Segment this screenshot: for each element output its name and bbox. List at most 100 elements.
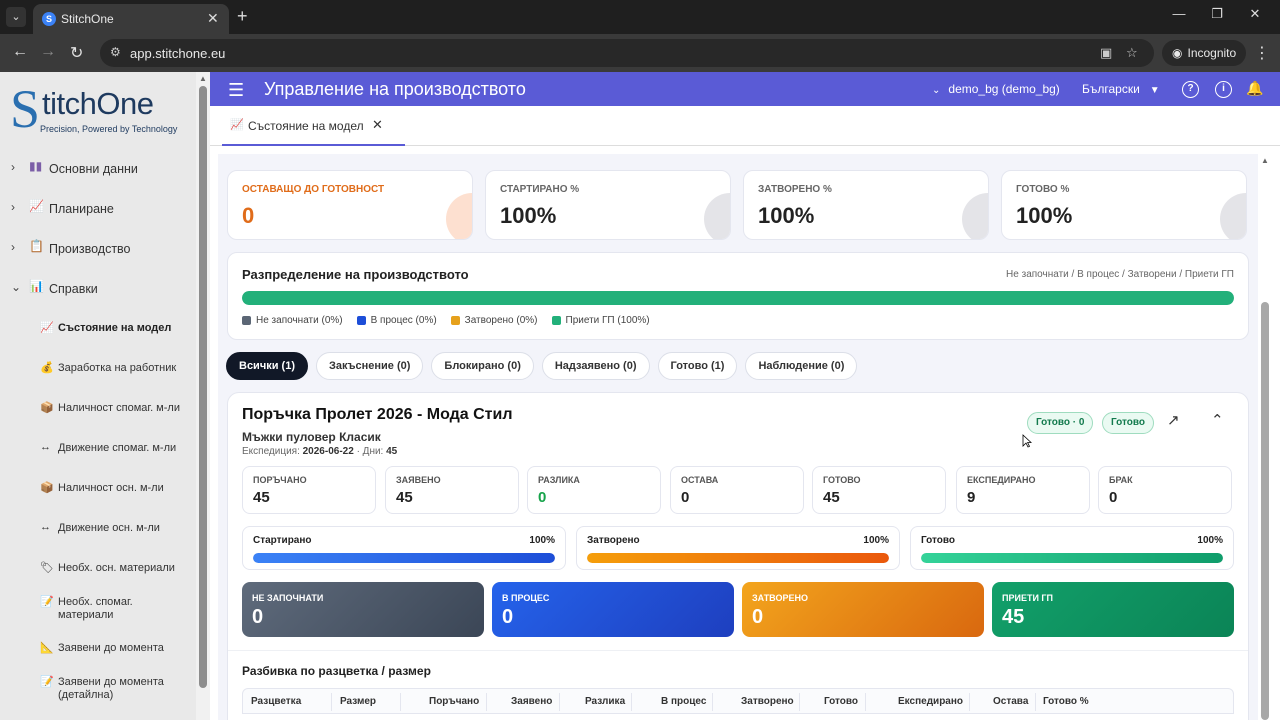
minimize-icon[interactable]: — <box>1160 6 1198 22</box>
column-header[interactable]: Готово <box>824 696 858 707</box>
tab-search-menu-icon[interactable]: ⌄ <box>6 7 26 27</box>
filter-delayed[interactable]: Закъснение (0) <box>315 352 424 380</box>
mouse-cursor-icon <box>1022 434 1032 448</box>
stat-closed: ЗАТВОРЕНО % 100% <box>743 170 989 240</box>
app: S titchOne Precision, Powered by Technol… <box>0 72 1280 720</box>
status-badge: Готово · 0 <box>1027 412 1094 434</box>
stat-value: 100% <box>500 203 557 228</box>
translate-icon[interactable]: ▣ <box>1100 45 1112 61</box>
maximize-icon[interactable]: ❐ <box>1198 6 1236 22</box>
stat-started: СТАРТИРАНО % 100% <box>485 170 731 240</box>
chevron-up-icon[interactable]: ⌃ <box>1211 411 1224 429</box>
scroll-up-icon[interactable]: ▲ <box>1261 156 1269 165</box>
status-not-started: НЕ ЗАПОЧНАТИ 0 <box>242 582 484 637</box>
incognito-icon: ◉ <box>1172 46 1183 60</box>
stat-label: ГОТОВО % <box>1016 184 1070 195</box>
kpi-ready: ГОТОВО 45 <box>812 466 946 514</box>
more-menu-icon[interactable]: ⋮ <box>1254 43 1270 63</box>
tab-model-status[interactable]: 📈 Състояние на модел ✕ <box>222 106 405 146</box>
column-divider <box>865 693 866 711</box>
scroll-up-icon[interactable]: ▲ <box>199 74 207 83</box>
filter-watch[interactable]: Наблюдение (0) <box>745 352 858 380</box>
user-selector[interactable]: ⌄ demo_bg (demo_bg) <box>932 82 1060 96</box>
legend-swatch <box>356 316 366 325</box>
column-header[interactable]: Експедирано <box>898 696 963 707</box>
column-header[interactable]: Разцветка <box>251 696 301 707</box>
language-selector[interactable]: Български ▼ <box>1082 82 1160 96</box>
app-header: ☰ Управление на производството ⌄ demo_bg … <box>210 72 1280 106</box>
favicon-icon: S <box>42 12 56 26</box>
progress-track <box>253 553 555 563</box>
url-text: app.stitchone.eu <box>130 46 226 61</box>
kpi-value: 0 <box>1109 489 1118 506</box>
status-value: 45 <box>1002 606 1025 628</box>
distribution-fill <box>242 291 1234 305</box>
money-bag-icon: 💰 <box>40 362 54 374</box>
column-header[interactable]: Разлика <box>585 696 625 707</box>
new-tab-icon[interactable]: + <box>237 6 248 27</box>
back-icon[interactable]: ← <box>12 43 28 61</box>
site-info-icon[interactable]: ⚙ <box>110 45 121 59</box>
sidebar: S titchOne Precision, Powered by Technol… <box>0 72 196 720</box>
memo-icon: 📝 <box>40 596 54 608</box>
progress-label: Затворено <box>587 535 640 546</box>
sidebar-item-production[interactable]: › 📋 Производство <box>0 234 196 264</box>
logo-text: titchOne <box>42 86 154 121</box>
bookmark-star-icon[interactable]: ☆ <box>1126 45 1138 61</box>
stitchone-logo[interactable]: S titchOne Precision, Powered by Technol… <box>10 78 190 140</box>
column-divider <box>799 693 800 711</box>
sidebar-scroll-thumb[interactable] <box>199 86 207 688</box>
expedition-label: Експедиция: <box>242 446 300 457</box>
incognito-indicator[interactable]: ◉ Incognito <box>1162 40 1247 66</box>
progress-fill <box>921 553 1223 563</box>
filter-all[interactable]: Всички (1) <box>226 352 308 380</box>
close-tab-icon[interactable]: ✕ <box>372 117 383 133</box>
filter-over-requested[interactable]: Надзаявено (0) <box>541 352 650 380</box>
sidebar-item-reports[interactable]: ⌄ 📊 Справки <box>0 274 196 304</box>
order-card: Поръчка Пролет 2026 - Мода Стил Мъжки пу… <box>227 392 1249 720</box>
column-header[interactable]: Поръчано <box>429 696 479 707</box>
help-icon[interactable]: ? <box>1182 81 1199 98</box>
status-label: ПРИЕТИ ГП <box>1002 593 1053 603</box>
bell-icon[interactable]: 🔔 <box>1246 80 1263 97</box>
divider <box>228 650 1248 651</box>
url-field[interactable]: ⚙ app.stitchone.eu ▣ ☆ <box>100 39 1154 67</box>
column-divider <box>331 693 332 711</box>
distribution-title: Разпределение на производството <box>242 267 469 282</box>
column-header[interactable]: В процес <box>661 696 706 707</box>
legend-label: Не започнати (0%) <box>256 315 343 326</box>
column-header[interactable]: Готово % <box>1043 696 1089 707</box>
browser-tab[interactable]: S StitchOne ✕ <box>33 4 229 34</box>
browser-tabbar: ⌄ S StitchOne ✕ + — ❐ ✕ <box>0 0 1280 34</box>
filter-blocked[interactable]: Блокирано (0) <box>431 352 534 380</box>
progress-started: Стартирано 100% <box>242 526 566 570</box>
sidebar-item-label: Движение осн. м-ли <box>58 522 160 534</box>
hamburger-menu-icon[interactable]: ☰ <box>228 80 244 101</box>
filter-ready[interactable]: Готово (1) <box>657 352 738 380</box>
kpi-label: ЕКСПЕДИРАНО <box>967 475 1036 485</box>
app-title: Управление на производството <box>264 79 526 99</box>
column-header[interactable]: Размер <box>340 696 376 707</box>
logo-tagline: Precision, Powered by Technology <box>40 124 178 134</box>
stat-value: 100% <box>1016 203 1073 228</box>
column-header[interactable]: Затворено <box>741 696 794 707</box>
column-header[interactable]: Остава <box>993 696 1028 707</box>
reload-icon[interactable]: ↻ <box>70 43 83 63</box>
close-window-icon[interactable]: ✕ <box>1236 6 1274 22</box>
decorative-circle <box>446 193 472 239</box>
sidebar-item-master-data[interactable]: › ▮▮ Основни данни <box>0 154 196 184</box>
forward-icon[interactable]: → <box>40 43 56 61</box>
main-scroll-thumb[interactable] <box>1261 302 1269 720</box>
main-scrollbar[interactable]: ▲ <box>1258 154 1272 720</box>
chevron-right-icon: › <box>11 160 15 174</box>
sidebar-scrollbar[interactable]: ▲ <box>196 72 210 720</box>
open-external-icon[interactable]: ↗ <box>1167 411 1180 429</box>
sidebar-item-planning[interactable]: › 📈 Планиране <box>0 194 196 224</box>
decorative-circle <box>1220 193 1246 239</box>
kpi-value: 45 <box>823 489 840 506</box>
tab-label: Състояние на модел <box>248 119 364 133</box>
tab-close-icon[interactable]: ✕ <box>207 10 219 27</box>
info-icon[interactable]: i <box>1215 81 1232 98</box>
column-header[interactable]: Заявено <box>511 696 552 707</box>
decorative-circle <box>704 193 730 239</box>
